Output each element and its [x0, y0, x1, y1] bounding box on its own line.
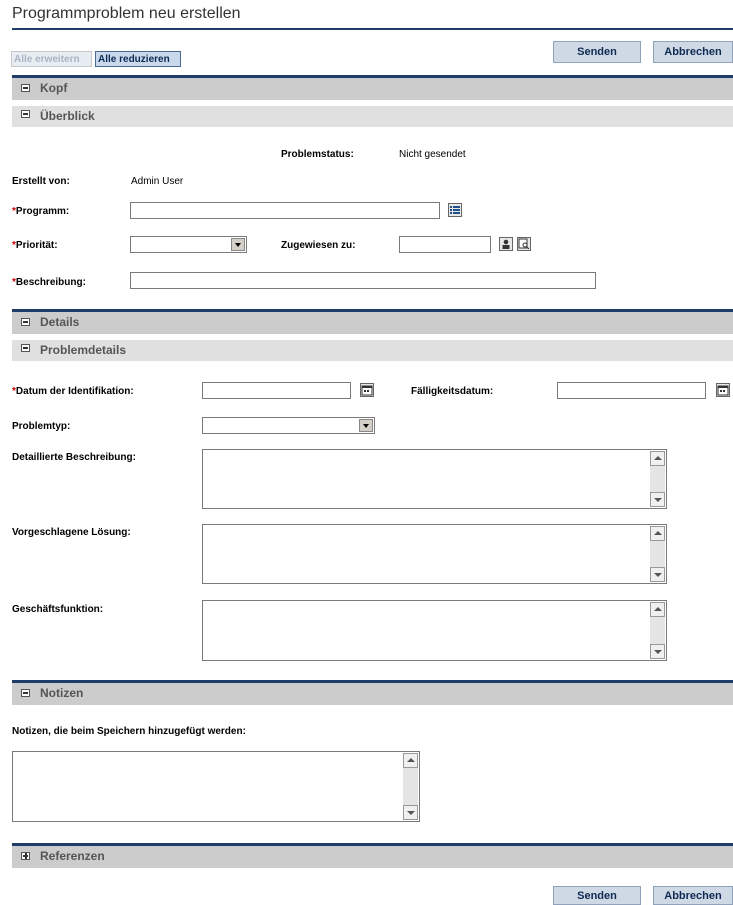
- scrollbar[interactable]: [650, 526, 665, 582]
- detailed-description-label: Detaillierte Beschreibung:: [12, 452, 136, 463]
- chevron-down-icon[interactable]: [359, 419, 373, 432]
- page-title: Programmproblem neu erstellen: [12, 5, 241, 22]
- description-input[interactable]: [130, 272, 596, 289]
- subsection-header-ueberblick[interactable]: Überblick: [12, 106, 733, 127]
- calendar-icon[interactable]: [716, 383, 730, 397]
- due-date-label: Fälligkeitsdatum:: [411, 386, 494, 397]
- submit-button-bottom[interactable]: Senden: [553, 886, 641, 905]
- scroll-down-icon[interactable]: [650, 567, 665, 582]
- identification-date-input[interactable]: [202, 382, 351, 399]
- user-icon[interactable]: [499, 237, 513, 251]
- title-divider: [12, 28, 733, 30]
- calendar-icon[interactable]: [360, 383, 374, 397]
- scrollbar[interactable]: [650, 602, 665, 659]
- subsection-title-ueberblick: Überblick: [40, 109, 95, 123]
- program-label: *Programm:: [12, 206, 70, 217]
- description-label: *Beschreibung:: [12, 277, 86, 288]
- business-function-label: Geschäftsfunktion:: [12, 604, 104, 615]
- scroll-up-icon[interactable]: [650, 451, 665, 466]
- cancel-button-bottom[interactable]: Abbrechen: [653, 886, 733, 905]
- created-by-label: Erstellt von:: [12, 176, 70, 187]
- cancel-button-top[interactable]: Abbrechen: [653, 41, 733, 63]
- notes-label: Notizen, die beim Speichern hinzugefügt …: [12, 726, 246, 737]
- priority-select[interactable]: [130, 236, 247, 253]
- problem-status-value: Nicht gesendet: [399, 149, 466, 160]
- subsection-title-problemdetails: Problemdetails: [40, 343, 127, 357]
- due-date-input[interactable]: [557, 382, 706, 399]
- collapse-icon[interactable]: [21, 318, 30, 326]
- problem-type-select[interactable]: [202, 417, 375, 434]
- section-header-details[interactable]: Details: [12, 309, 733, 334]
- collapse-icon[interactable]: [21, 689, 30, 697]
- list-icon[interactable]: [448, 203, 462, 217]
- identification-date-label: *Datum der Identifikation:: [12, 386, 134, 397]
- scroll-down-icon[interactable]: [650, 644, 665, 659]
- section-title-details: Details: [40, 315, 80, 329]
- collapse-icon[interactable]: [21, 344, 30, 352]
- scroll-up-icon[interactable]: [403, 753, 418, 768]
- assigned-to-label: Zugewiesen zu:: [281, 240, 356, 251]
- proposed-solution-label: Vorgeschlagene Lösung:: [12, 527, 131, 538]
- priority-label: *Priorität:: [12, 240, 58, 251]
- submit-button-top[interactable]: Senden: [553, 41, 641, 63]
- collapse-icon[interactable]: [21, 84, 30, 92]
- expand-all-button[interactable]: Alle erweitern: [11, 51, 92, 67]
- scroll-down-icon[interactable]: [403, 805, 418, 820]
- chevron-down-icon[interactable]: [231, 238, 245, 251]
- problem-type-label: Problemtyp:: [12, 421, 71, 432]
- section-header-kopf[interactable]: Kopf: [12, 75, 733, 100]
- proposed-solution-textarea[interactable]: [202, 524, 667, 584]
- detailed-description-textarea[interactable]: [202, 449, 667, 509]
- section-title-referenzen: Referenzen: [40, 849, 105, 863]
- section-header-referenzen[interactable]: Referenzen: [12, 843, 733, 868]
- created-by-value: Admin User: [131, 176, 184, 187]
- lookup-icon[interactable]: [517, 237, 531, 251]
- scroll-up-icon[interactable]: [650, 602, 665, 617]
- section-title-notizen: Notizen: [40, 686, 84, 700]
- problem-status-label: Problemstatus:: [281, 149, 354, 160]
- scroll-up-icon[interactable]: [650, 526, 665, 541]
- scroll-down-icon[interactable]: [650, 492, 665, 507]
- notes-textarea[interactable]: [12, 751, 420, 822]
- assigned-to-input[interactable]: [399, 236, 491, 253]
- program-input[interactable]: [130, 202, 440, 219]
- subsection-header-problemdetails[interactable]: Problemdetails: [12, 340, 733, 361]
- collapse-icon[interactable]: [21, 110, 30, 118]
- scrollbar[interactable]: [650, 451, 665, 507]
- business-function-textarea[interactable]: [202, 600, 667, 661]
- collapse-all-button[interactable]: Alle reduzieren: [95, 51, 181, 67]
- section-title-kopf: Kopf: [40, 81, 68, 95]
- expand-icon[interactable]: [21, 852, 30, 860]
- scrollbar[interactable]: [403, 753, 418, 820]
- section-header-notizen[interactable]: Notizen: [12, 680, 733, 705]
